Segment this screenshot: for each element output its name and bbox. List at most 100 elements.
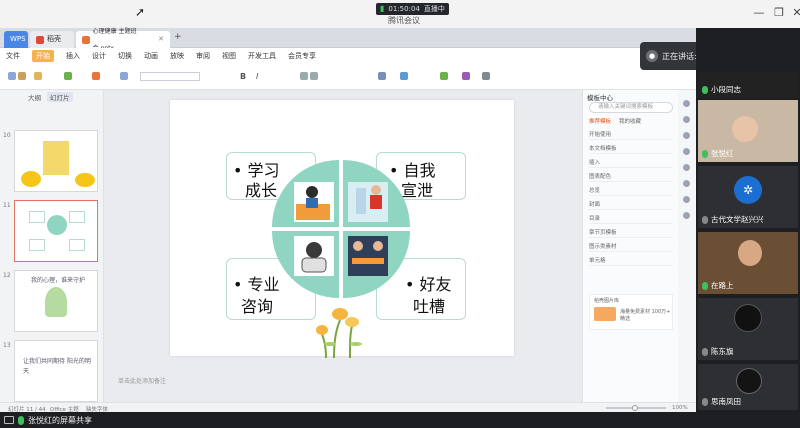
participant-name-text: 张悦红 [711, 149, 734, 158]
head-icon [306, 242, 322, 258]
participant-name: 小段同志 [702, 84, 741, 95]
format-painter-button[interactable] [34, 68, 42, 84]
menu-home[interactable]: 开始 [32, 50, 54, 62]
panel-item[interactable]: 插入 [589, 158, 673, 168]
meeting-window: ➚ ▮ 01:50:04 直播中 腾讯会议 — ❐ ✕ WPS 稻壳 心理健康 … [0, 0, 800, 428]
participant-card[interactable]: 思南凤田 [698, 364, 798, 410]
participant-card[interactable]: 小段同志 [698, 72, 798, 98]
italic-button[interactable]: I [256, 68, 258, 84]
panel-item[interactable]: 图示类素材 [589, 242, 673, 252]
zoom-level: 100% [672, 405, 688, 411]
select-button[interactable] [482, 68, 490, 84]
menu-file[interactable]: 文件 [6, 51, 20, 61]
tool-icon[interactable] [683, 196, 690, 203]
menu-animation[interactable]: 动画 [144, 51, 158, 61]
share-label: 张悦红的屏幕共享 [28, 415, 92, 425]
video-face [732, 116, 758, 142]
menu-review[interactable]: 审阅 [196, 51, 210, 61]
bold-button[interactable]: B [240, 68, 246, 84]
panel-item[interactable]: 开始使用 [589, 130, 673, 140]
tool-icon[interactable] [683, 212, 690, 219]
maximize-icon[interactable]: ❐ [772, 6, 786, 19]
close-tab-icon[interactable]: ✕ [158, 31, 164, 48]
layout-button[interactable] [120, 68, 128, 84]
menu-member[interactable]: 会员专享 [288, 51, 316, 61]
thumb-box [29, 211, 45, 223]
menu-developer[interactable]: 开发工具 [248, 51, 276, 61]
panel-item[interactable]: 章节页模板 [589, 228, 673, 238]
side-icon-bar [678, 90, 696, 402]
participant-card[interactable]: 在路上 [698, 232, 798, 294]
wps-tabbar: WPS 稻壳 心理健康 主题班会.pptx ✕ + [0, 28, 696, 52]
participant-name-text: 古代文学赵兴兴 [711, 215, 764, 224]
list-icon [310, 72, 318, 80]
table-shape [352, 258, 384, 264]
panel-item[interactable]: 本文档模板 [589, 144, 673, 154]
tab-outline[interactable]: 大纲 [28, 92, 41, 102]
tool-icon[interactable] [683, 100, 690, 107]
panel-item[interactable]: 目录 [589, 214, 673, 224]
video-face [738, 240, 762, 266]
avatar-icon: ✲ [734, 176, 762, 204]
menu-slideshow[interactable]: 放映 [170, 51, 184, 61]
slide[interactable]: • 学习 成长 • 自我 宣泄 • 专业 咨询 • 好友 吐槽 [170, 100, 514, 358]
tab-home[interactable]: 稻壳 [30, 31, 74, 48]
tab-recommended[interactable]: 推荐模板 [589, 117, 611, 125]
menu-transition[interactable]: 切换 [118, 51, 132, 61]
paste-button[interactable] [8, 68, 26, 84]
tab-document[interactable]: 心理健康 主题班会.pptx ✕ [76, 28, 170, 52]
panel-tabs: 推荐模板 我的收藏 [589, 117, 641, 125]
new-tab-icon[interactable]: + [174, 32, 182, 42]
zoom-slider-handle[interactable] [632, 405, 638, 411]
participant-card[interactable]: ✲ 古代文学赵兴兴 [698, 166, 798, 228]
shape-button[interactable] [400, 68, 408, 84]
tool-icon[interactable] [683, 132, 690, 139]
menu-insert[interactable]: 插入 [66, 51, 80, 61]
tab-label: WPS [10, 35, 26, 43]
from-current-button[interactable] [64, 68, 72, 84]
align-icon [300, 72, 308, 80]
tool-icon[interactable] [683, 180, 690, 187]
slide-thumbnail[interactable]: 我的心理，谁来守护 [14, 270, 98, 332]
participant-name-text: 陈东旗 [711, 347, 734, 356]
quadrant-line: • 好友 [405, 275, 452, 294]
slide-thumbnail[interactable] [14, 130, 98, 192]
notes-bar[interactable]: 单击此处添加备注 [104, 376, 582, 388]
font-family-select[interactable] [140, 68, 230, 84]
menu-design[interactable]: 设计 [92, 51, 106, 61]
wps-menubar: 文件 开始 插入 设计 切换 动画 放映 审阅 视图 开发工具 会员专享 [0, 48, 696, 64]
participant-name: 在路上 [702, 280, 734, 291]
participant-card[interactable]: 陈东旗 [698, 298, 798, 360]
template-search-input[interactable]: 请输入关键词搜索模板 [589, 102, 673, 113]
tab-slides[interactable]: 幻灯片 [47, 92, 73, 102]
new-slide-button[interactable] [92, 68, 100, 84]
close-icon[interactable]: ✕ [790, 6, 800, 19]
slide-thumbnail-selected[interactable] [14, 200, 98, 262]
slide-thumbnail[interactable]: 让我们共同期待 阳光的明天 [14, 340, 98, 402]
tool-icon[interactable] [683, 148, 690, 155]
panel-item[interactable]: 封面 [589, 200, 673, 210]
textbox-button[interactable] [378, 68, 386, 84]
thumb-text: 我的心理，谁来守护 [31, 277, 86, 284]
minimize-icon[interactable]: — [752, 6, 766, 19]
tab-favorites[interactable]: 我的收藏 [619, 117, 641, 125]
menu-view[interactable]: 视图 [222, 51, 236, 61]
meeting-title: 腾讯会议 [388, 16, 420, 25]
panel-item[interactable]: 图表配色 [589, 172, 673, 182]
promo-card[interactable]: 稻壳图片库 海量免费素材 100万+ 精选 [589, 294, 673, 330]
brush-icon [34, 72, 42, 80]
tab-wps[interactable]: WPS [4, 31, 28, 48]
student-body [306, 198, 318, 208]
find-button[interactable] [462, 68, 470, 84]
panel-item[interactable]: 总览 [589, 186, 673, 196]
tool-icon[interactable] [683, 164, 690, 171]
align-button[interactable] [300, 68, 318, 84]
participant-card[interactable]: 张悦红 [698, 100, 798, 162]
panel-item[interactable]: 单元格 [589, 256, 673, 266]
tool-icon[interactable] [683, 116, 690, 123]
share-bar: 张悦红的屏幕共享 [0, 412, 800, 428]
picture-button[interactable] [440, 68, 448, 84]
screen-icon [4, 416, 14, 424]
thumb-circle [47, 215, 67, 235]
tree-icon [45, 287, 67, 317]
